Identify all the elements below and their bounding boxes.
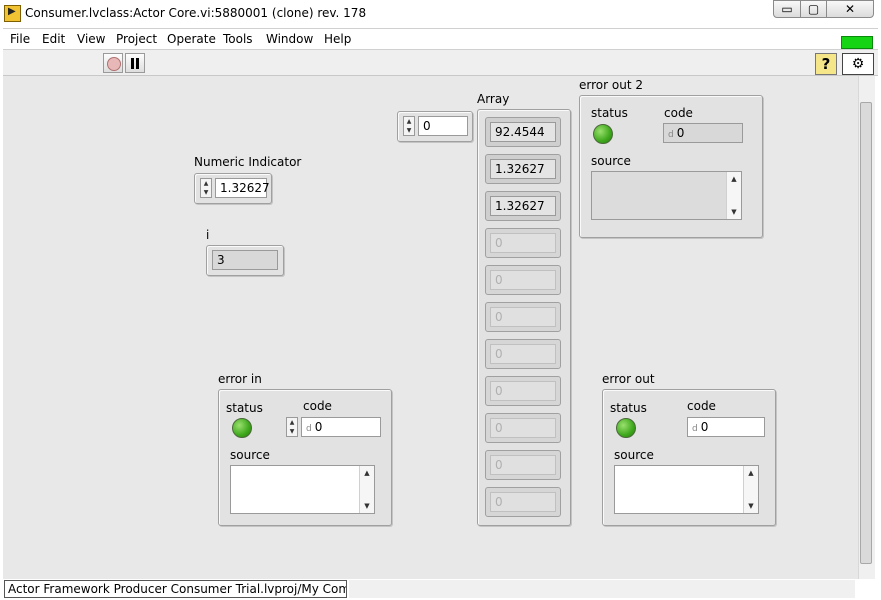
menu-help[interactable]: Help [324,32,351,46]
i-indicator-label: i [206,228,210,242]
error-in-status-label: status [226,401,263,415]
error-in-source-scrollbar[interactable]: ▲ ▼ [359,466,374,513]
numeric-indicator-value[interactable]: 1.32627 [215,178,270,198]
error-in-source-label: source [230,448,270,462]
error-in-code-radix: d [306,424,312,434]
array-label: Array [477,92,510,106]
pause-button[interactable] [125,53,145,73]
i-indicator-value: 3 [212,250,278,270]
error-out-2-code-field: d0 [663,123,743,143]
error-in-cluster: status code ▲ ▼ d0 source ▲ ▼ [218,389,392,526]
vi-icon: ⚙ [842,53,874,75]
window-vertical-scroll-thumb[interactable] [860,102,872,564]
error-out-2-code-radix: d [668,130,674,140]
error-out-2-status-led [593,124,613,144]
error-in-code-label: code [303,399,332,413]
error-in-code-field[interactable]: d0 [301,417,381,437]
error-in-source-box[interactable]: ▲ ▼ [230,465,375,514]
error-out-2-code-label: code [664,106,693,120]
menu-view[interactable]: View [77,32,105,46]
i-indicator: 3 [206,245,284,276]
array-element-value: 1.32627 [490,159,556,179]
error-out-cluster: status code d0 source ▲ ▼ [602,389,776,526]
array-element: 0 [485,413,561,443]
error-out-2-source-box: ▲ ▼ [591,171,742,220]
numeric-indicator-label: Numeric Indicator [194,155,302,169]
array-element-value: 0 [490,233,556,253]
error-out-source-scrollbar[interactable]: ▲ ▼ [743,466,758,513]
array-element: 1.32627 [485,154,561,184]
menu-tools[interactable]: Tools [223,32,253,46]
front-panel: ▲ ▼ 0 Numeric Indicator ▲ ▼ 1.32627 i 3 Ar… [3,76,858,579]
array-element: 0 [485,487,561,517]
project-path-status: Actor Framework Producer Consumer Trial.… [4,580,347,598]
array-element: 0 [485,302,561,332]
maximize-button[interactable]: ▢ [800,0,827,18]
menu-window[interactable]: Window [266,32,313,46]
array-element-value: 0 [490,307,556,327]
close-button[interactable]: ✕ [826,0,874,18]
error-in-label: error in [218,372,262,386]
numeric-indicator: ▲ ▼ 1.32627 [194,173,272,204]
context-help-button[interactable]: ? [815,53,837,75]
error-out-2-code-value: 0 [676,126,685,140]
error-out-2-source-label: source [591,154,631,168]
array-element-value: 0 [490,344,556,364]
array-element-value: 0 [490,381,556,401]
index-spinner[interactable]: ▲ ▼ [403,116,415,136]
error-out-2-cluster: status code d0 source ▲ ▼ [579,95,763,238]
array-indicator: 92.4544 1.32627 1.32627 0 0 0 0 0 0 0 0 [477,109,571,526]
array-element-value: 0 [490,418,556,438]
array-element-value: 0 [490,270,556,290]
error-in-status-led[interactable] [232,418,252,438]
error-out-code-radix: d [692,424,698,434]
error-out-code-value: 0 [700,420,709,434]
array-element: 92.4544 [485,117,561,147]
window-title: Consumer.lvclass:Actor Core.vi:5880001 (… [25,6,367,20]
array-index-field[interactable]: 0 [418,116,468,136]
window-horizontal-scrollbar[interactable] [349,580,855,598]
menu-operate[interactable]: Operate [167,32,216,46]
labview-app-icon [4,5,21,22]
run-status-indicator [841,36,873,49]
error-in-code-value: 0 [314,420,323,434]
menu-file[interactable]: File [10,32,30,46]
array-element: 0 [485,265,561,295]
error-out-label: error out [602,372,655,386]
error-out-2-source-scrollbar[interactable]: ▲ ▼ [726,172,741,219]
error-out-2-label: error out 2 [579,78,643,92]
array-element: 0 [485,228,561,258]
error-in-code-spinner[interactable]: ▲ ▼ [286,417,298,437]
array-index-control: ▲ ▼ 0 [397,111,473,142]
array-element: 0 [485,376,561,406]
menu-project[interactable]: Project [116,32,157,46]
abort-execution-button[interactable] [103,53,123,73]
error-out-status-led [616,418,636,438]
error-out-status-label: status [610,401,647,415]
numeric-spinner[interactable]: ▲ ▼ [200,178,212,198]
error-out-2-status-label: status [591,106,628,120]
menu-bar: File Edit View Project Operate Tools Win… [3,28,878,50]
array-element-value: 0 [490,455,556,475]
array-element: 1.32627 [485,191,561,221]
array-element: 0 [485,450,561,480]
error-out-source-box: ▲ ▼ [614,465,759,514]
menu-edit[interactable]: Edit [42,32,65,46]
minimize-button[interactable]: ▭ [773,0,801,18]
array-element-value: 92.4544 [490,122,556,142]
error-out-code-label: code [687,399,716,413]
toolbar: ? ⚙ [3,50,878,76]
array-element-value: 1.32627 [490,196,556,216]
array-element-value: 0 [490,492,556,512]
array-element: 0 [485,339,561,369]
error-out-source-label: source [614,448,654,462]
error-out-code-field: d0 [687,417,765,437]
